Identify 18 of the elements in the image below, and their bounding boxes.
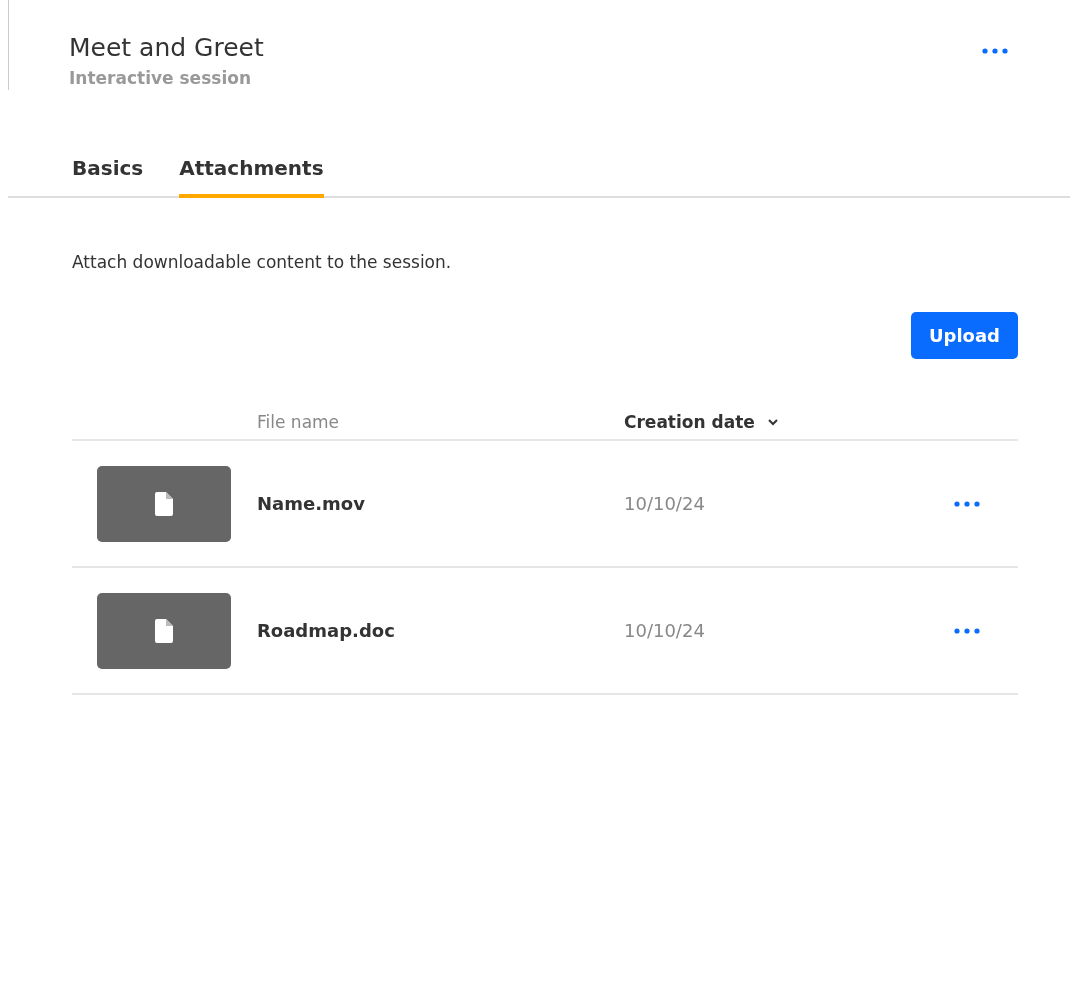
creation-date: 10/10/24 (624, 493, 705, 514)
ellipsis-icon (954, 500, 980, 507)
column-header[interactable]: File name (257, 412, 340, 432)
ellipsis-icon (982, 48, 1008, 54)
file-name: Name.mov (257, 493, 365, 514)
session-title: Meet and Greet (69, 32, 264, 64)
creation-date: 10/10/24 (624, 620, 705, 641)
column-header[interactable]: Creation date (624, 412, 755, 432)
description-text: Attach downloadable content to the session. (72, 252, 453, 272)
caret-icon (766, 418, 779, 426)
document-icon (155, 491, 173, 516)
session-subtitle: Interactive session (69, 68, 252, 88)
upload-button[interactable]: Upload (910, 312, 1018, 359)
document-icon (155, 618, 173, 643)
file-name: Roadmap.doc (257, 620, 395, 641)
tab[interactable]: Attachments (179, 148, 324, 198)
tab[interactable]: Basics (72, 148, 144, 198)
ellipsis-icon (954, 627, 980, 634)
